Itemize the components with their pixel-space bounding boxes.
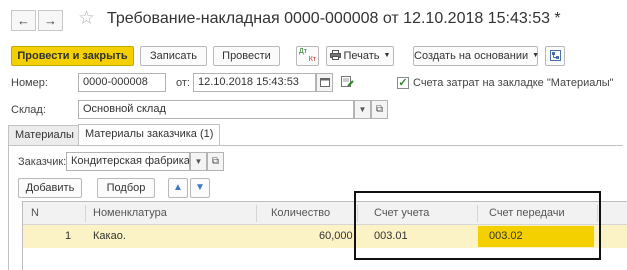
create-based-label: Создать на основании [414, 50, 529, 62]
column-separator [85, 205, 86, 222]
column-header-n[interactable]: N [31, 202, 39, 225]
date-label: от: [176, 77, 190, 89]
calendar-button[interactable] [316, 73, 333, 92]
post-and-close-button[interactable]: Провести и закрыть [11, 46, 134, 66]
add-row-button[interactable]: Добавить [18, 178, 82, 198]
customer-field[interactable]: Кондитерская фабрика "З [66, 152, 190, 171]
calendar-icon [319, 78, 330, 87]
dropdown-caret-icon: ▼ [532, 52, 540, 60]
arrow-left-icon: ← [17, 13, 30, 28]
dt-kt-button[interactable]: Дт Кт [296, 46, 319, 66]
number-field[interactable]: 0000-000008 [78, 73, 166, 92]
open-link-icon: ⧉ [211, 156, 220, 167]
column-separator [256, 205, 257, 222]
back-button[interactable]: ← [11, 10, 36, 31]
column-header-item[interactable]: Номенклатура [93, 202, 167, 225]
dropdown-caret-icon: ▼ [383, 52, 391, 60]
favorite-star-icon[interactable]: ☆ [78, 8, 95, 30]
pick-button[interactable]: Подбор [97, 178, 155, 198]
number-label: Номер: [11, 77, 48, 89]
page-title: Требование-накладная 0000-000008 от 12.1… [107, 10, 561, 27]
create-based-on-button[interactable]: Создать на основании ▼ [413, 46, 540, 66]
customer-dropdown-button[interactable]: ▼ [190, 152, 207, 171]
customer-label: Заказчик: [18, 156, 67, 168]
customer-open-button[interactable]: ⧉ [207, 152, 224, 171]
cell-quantity[interactable]: 60,000 [319, 225, 353, 248]
cell-n[interactable]: 1 [65, 225, 71, 248]
arrow-right-icon: → [44, 13, 57, 28]
structure-button[interactable] [545, 46, 565, 66]
arrow-up-icon: ▲ [173, 182, 183, 193]
dropdown-caret-icon: ▼ [194, 157, 203, 166]
printer-icon [329, 50, 341, 60]
dt-label: Дт [299, 48, 307, 55]
print-button[interactable]: Печать ▼ [326, 46, 394, 66]
tab-customer-materials[interactable]: Материалы заказчика (1) [78, 124, 221, 145]
warehouse-open-button[interactable]: ⧉ [371, 100, 388, 119]
move-up-button[interactable]: ▲ [168, 178, 188, 198]
forward-button[interactable]: → [38, 10, 63, 31]
cell-item[interactable]: Какао. [93, 225, 126, 248]
post-button[interactable]: Провести [213, 46, 280, 66]
annotation-highlight-box [354, 191, 601, 260]
dropdown-caret-icon: ▼ [358, 105, 367, 114]
arrow-down-icon: ▼ [195, 182, 205, 193]
warehouse-dropdown-button[interactable]: ▼ [354, 100, 371, 119]
cost-accounts-label: Счета затрат на закладке "Материалы" [413, 77, 614, 89]
cost-accounts-checkbox[interactable]: ✓ [397, 77, 409, 89]
structure-icon [549, 50, 561, 61]
column-header-quantity[interactable]: Количество [271, 202, 330, 225]
move-down-button[interactable]: ▼ [190, 178, 210, 198]
date-field[interactable]: 12.10.2018 15:43:53 [193, 73, 316, 92]
warehouse-label: Склад: [11, 104, 46, 116]
open-link-icon: ⧉ [375, 104, 384, 115]
save-button[interactable]: Записать [140, 46, 207, 66]
tab-materials[interactable]: Материалы [8, 125, 81, 145]
warehouse-field[interactable]: Основной склад [78, 100, 354, 119]
edit-doc-icon[interactable] [341, 76, 354, 91]
kt-label: Кт [308, 56, 316, 63]
print-label: Печать [343, 50, 380, 62]
